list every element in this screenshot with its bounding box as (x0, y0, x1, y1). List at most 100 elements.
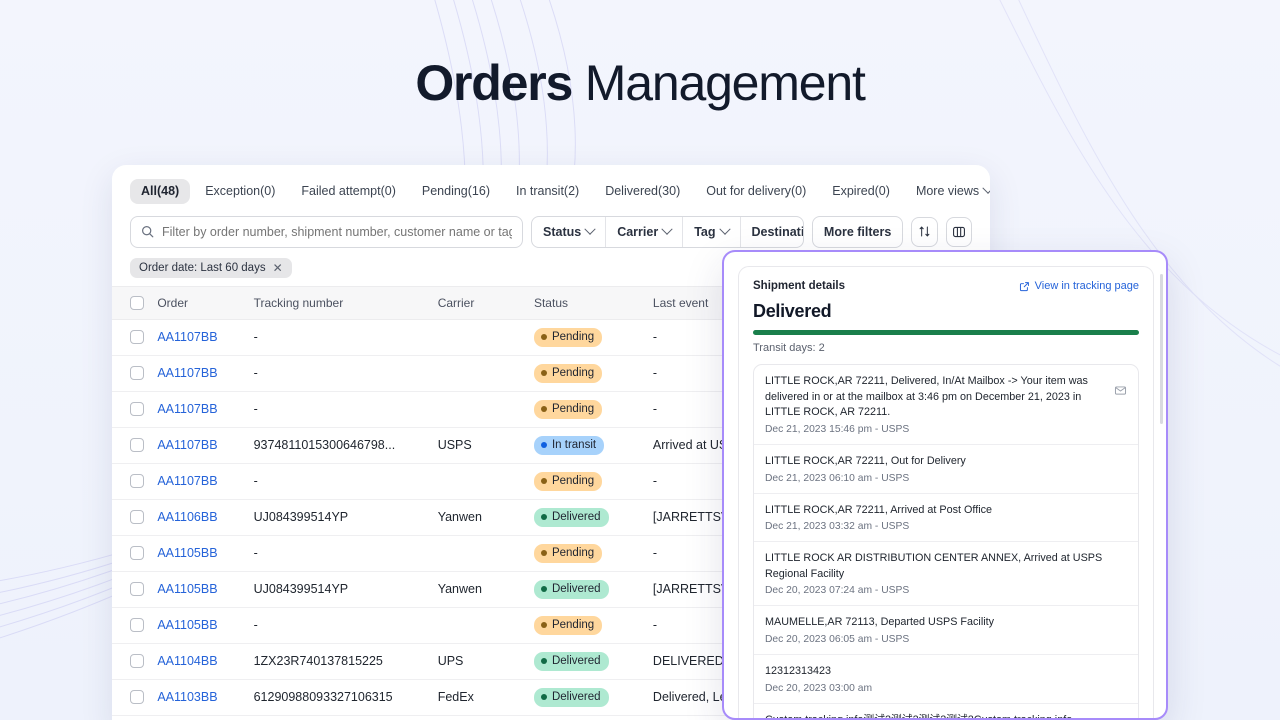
order-cell: AA1106BB (157, 499, 253, 535)
tracking-number-cell: 1ZX23R740137815225 (254, 643, 438, 679)
carrier-cell: Yanwen (438, 571, 534, 607)
view-in-tracking-page-label: View in tracking page (1035, 280, 1139, 292)
status-badge: In transit (534, 436, 604, 455)
row-checkbox[interactable] (130, 690, 144, 704)
view-tab-all[interactable]: All(48) (130, 179, 190, 204)
status-badge: Pending (534, 400, 602, 419)
filter-dropdown-label: Carrier (617, 225, 658, 239)
order-link[interactable]: AA1107BB (157, 474, 217, 488)
tracking-event-text: 12312313423Dec 20, 2023 03:00 am (765, 664, 1127, 694)
view-tab-delivered[interactable]: Delivered(30) (594, 179, 691, 204)
status-badge-label: In transit (552, 438, 596, 453)
applied-filter-chip-order-date[interactable]: Order date: Last 60 days ✕ (130, 258, 292, 278)
order-link[interactable]: AA1105BB (157, 582, 217, 596)
tracking-event-timestamp: Dec 20, 2023 06:05 am - USPS (765, 634, 1127, 645)
tracking-event-text: LITTLE ROCK,AR 72211, Arrived at Post Of… (765, 503, 1127, 533)
tracking-event-timestamp: Dec 20, 2023 07:24 am - USPS (765, 585, 1127, 596)
envelope-icon[interactable] (1114, 384, 1127, 397)
shipment-details-title: Shipment details (753, 280, 845, 292)
tracking-number-cell: 9374811015300646798... (254, 427, 438, 463)
view-tab-pending[interactable]: Pending(16) (411, 179, 501, 204)
column-header-order[interactable]: Order (157, 286, 253, 319)
view-tab-in-transit[interactable]: In transit(2) (505, 179, 590, 204)
order-link[interactable]: AA1106BB (157, 510, 217, 524)
filter-dropdown-carrier[interactable]: Carrier (606, 217, 683, 247)
row-checkbox[interactable] (130, 330, 144, 344)
tracking-event-text: LITTLE ROCK AR DISTRIBUTION CENTER ANNEX… (765, 551, 1127, 596)
status-cell: Pending (534, 319, 653, 355)
tracking-number-cell: UJ084399514YP (254, 571, 438, 607)
order-link[interactable]: AA1105BB (157, 618, 217, 632)
row-checkbox[interactable] (130, 654, 144, 668)
view-tab-exception[interactable]: Exception(0) (194, 179, 286, 204)
row-checkbox[interactable] (130, 402, 144, 416)
row-checkbox[interactable] (130, 474, 144, 488)
tracking-number-cell: - (254, 607, 438, 643)
tracking-events-list: LITTLE ROCK,AR 72211, Delivered, In/At M… (753, 364, 1139, 720)
status-dot-icon (541, 622, 547, 628)
order-link[interactable]: AA1107BB (157, 330, 217, 344)
status-badge: Pending (534, 616, 602, 635)
view-tab-out-for-delivery[interactable]: Out for delivery(0) (695, 179, 817, 204)
columns-button[interactable] (946, 217, 972, 247)
view-in-tracking-page-link[interactable]: View in tracking page (1019, 280, 1139, 292)
tracking-event-timestamp: Dec 21, 2023 15:46 pm - USPS (765, 424, 1106, 435)
row-select-cell (112, 391, 157, 427)
more-filters-button[interactable]: More filters (812, 216, 903, 248)
status-badge-label: Delivered (552, 582, 601, 597)
tracking-event-description: LITTLE ROCK,AR 72211, Out for Delivery (765, 454, 1127, 470)
tracking-number-cell: 61290988093327115898 (254, 715, 438, 720)
order-link[interactable]: AA1107BB (157, 402, 217, 416)
filter-dropdown-status[interactable]: Status (532, 217, 606, 247)
status-dot-icon (541, 334, 547, 340)
column-header-status[interactable]: Status (534, 286, 653, 319)
search-input[interactable] (162, 225, 512, 239)
row-select-cell (112, 319, 157, 355)
tracking-event-description: LITTLE ROCK AR DISTRIBUTION CENTER ANNEX… (765, 551, 1127, 582)
status-badge-label: Delivered (552, 654, 601, 669)
status-badge-label: Pending (552, 546, 594, 561)
panel-scrollbar[interactable] (1160, 274, 1163, 424)
order-link[interactable]: AA1107BB (157, 366, 217, 380)
status-badge: Delivered (534, 688, 609, 707)
view-tab-failed-attempt[interactable]: Failed attempt(0) (290, 179, 406, 204)
close-icon[interactable]: ✕ (273, 262, 283, 274)
carrier-cell: FedEx (438, 679, 534, 715)
order-link[interactable]: AA1104BB (157, 654, 217, 668)
status-badge-label: Pending (552, 402, 594, 417)
filter-dropdown-destination[interactable]: Destination (741, 217, 804, 247)
status-badge-label: Delivered (552, 510, 601, 525)
row-checkbox[interactable] (130, 618, 144, 632)
search-box[interactable] (130, 216, 523, 248)
status-dot-icon (541, 478, 547, 484)
row-checkbox[interactable] (130, 366, 144, 380)
shipment-status-heading: Delivered (753, 301, 1139, 322)
row-checkbox[interactable] (130, 546, 144, 560)
column-header-tracking[interactable]: Tracking number (254, 286, 438, 319)
sort-button[interactable] (911, 217, 937, 247)
tracking-event-description: LITTLE ROCK,AR 72211, Delivered, In/At M… (765, 374, 1106, 421)
column-header-carrier[interactable]: Carrier (438, 286, 534, 319)
order-cell: AA1105BB (157, 607, 253, 643)
tracking-event-row: LITTLE ROCK,AR 72211, Arrived at Post Of… (754, 494, 1138, 543)
order-cell: AA1105BB (157, 535, 253, 571)
order-link[interactable]: AA1103BB (157, 690, 217, 704)
filter-dropdown-tag[interactable]: Tag (683, 217, 740, 247)
order-link[interactable]: AA1107BB (157, 438, 217, 452)
select-all-checkbox[interactable] (130, 296, 144, 310)
row-checkbox[interactable] (130, 438, 144, 452)
tracking-event-timestamp: Dec 20, 2023 03:00 am (765, 683, 1127, 694)
status-cell: Delivered (534, 571, 653, 607)
tracking-event-text: LITTLE ROCK,AR 72211, Delivered, In/At M… (765, 374, 1106, 435)
order-cell: AA1102BB (157, 715, 253, 720)
status-cell: Pending (534, 463, 653, 499)
carrier-cell: Yanwen (438, 499, 534, 535)
row-checkbox[interactable] (130, 510, 144, 524)
row-checkbox[interactable] (130, 582, 144, 596)
filter-dropdown-label: Destination (752, 225, 804, 239)
tracking-event-row: 12312313423Dec 20, 2023 03:00 am (754, 655, 1138, 704)
order-cell: AA1107BB (157, 355, 253, 391)
view-tab-expired[interactable]: Expired(0) (821, 179, 901, 204)
order-link[interactable]: AA1105BB (157, 546, 217, 560)
more-views-button[interactable]: More views (905, 179, 990, 204)
